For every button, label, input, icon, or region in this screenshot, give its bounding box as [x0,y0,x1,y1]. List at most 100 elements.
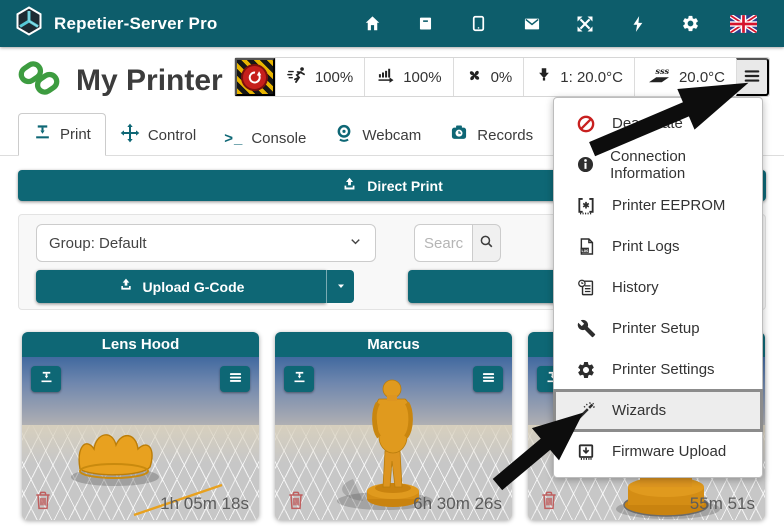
log-file-icon: LOG [575,237,597,256]
tab-records[interactable]: Records [435,114,547,156]
caret-down-icon [335,279,347,295]
print-tab-icon [33,123,52,146]
brand[interactable]: Repetier-Server Pro [14,6,217,41]
print-job-button[interactable] [284,366,314,392]
delete-job-button[interactable] [538,489,560,513]
speed-value: 100% [315,69,353,86]
console-icon: >_ [224,130,243,147]
status-extruder[interactable]: 1: 20.0°C [523,58,634,96]
wrench-icon [575,319,597,338]
trash-icon [539,499,559,514]
printer-icon [292,370,307,388]
search-group [414,224,501,262]
tab-print[interactable]: Print [18,113,106,156]
log-label: LOG [581,248,589,253]
search-input[interactable] [414,224,472,262]
delete-job-button[interactable] [32,489,54,513]
fan-icon [465,66,484,89]
upload-gcode-label: Upload G-Code [143,279,245,295]
brand-title: Repetier-Server Pro [54,14,217,34]
gear-icon [575,360,597,380]
menu-item-history[interactable]: History [554,267,762,308]
trash-icon [33,499,53,514]
direct-print-label: Direct Print [367,178,442,194]
group-select[interactable]: Group: Default [36,224,376,262]
printer-queue-icon[interactable] [399,0,452,47]
heated-bed-icon: sss [646,65,672,89]
model-preview: 1h 05m 18s [22,357,259,520]
status-fan[interactable]: 0% [453,58,524,96]
control-move-icon [120,123,140,147]
top-navbar: Repetier-Server Pro [0,0,784,47]
tab-print-label: Print [60,126,91,143]
job-duration: 1h 05m 18s [160,494,249,514]
history-icon [575,278,597,297]
menu-item-label: Firmware Upload [612,443,726,460]
heat-waves-glyph: sss [655,66,669,76]
language-flag-uk-icon[interactable] [717,0,770,47]
hamburger-icon [481,370,496,388]
tab-control[interactable]: Control [106,114,210,156]
flow-icon [376,65,396,89]
job-duration: 55m 51s [690,494,755,514]
mail-icon[interactable] [505,0,558,47]
upload-icon [341,176,358,196]
model-preview: 6h 30m 26s [275,357,512,520]
status-flow[interactable]: 100% [364,58,452,96]
extruder-icon [535,66,553,88]
emergency-stop-button[interactable] [235,58,275,96]
upload-gcode-dropdown-button[interactable] [326,270,354,303]
status-speed[interactable]: 100% [275,58,364,96]
emergency-stop-icon [241,64,268,91]
delete-job-button[interactable] [285,489,307,513]
hamburger-icon [228,370,243,388]
speed-runner-icon [287,65,308,90]
eeprom-chip-icon [575,196,597,216]
flow-value: 100% [403,69,441,86]
print-job-button[interactable] [31,366,61,392]
display-icon[interactable] [452,0,505,47]
search-button[interactable] [472,224,501,262]
card-title: Marcus [275,332,512,357]
tab-control-label: Control [148,127,196,144]
upload-icon [118,277,134,296]
menu-item-label: Wizards [612,402,666,419]
gcode-card-marcus[interactable]: Marcus [275,332,512,520]
printer-icon [39,370,54,388]
menu-item-printer-setup[interactable]: Printer Setup [554,308,762,349]
gear-icon[interactable] [664,0,717,47]
trash-icon [286,499,306,514]
connection-link-icon [16,55,62,106]
menu-item-print-logs[interactable]: LOG Print Logs [554,226,762,267]
menu-item-label: Printer Settings [612,361,715,378]
webcam-icon [334,123,354,147]
menu-item-label: Print Logs [612,238,680,255]
tab-webcam-label: Webcam [362,127,421,144]
extruder-value: 1: 20.0°C [560,69,623,86]
repetier-logo-icon [14,6,44,41]
page-title: My Printer [76,64,223,98]
tab-webcam[interactable]: Webcam [320,114,435,156]
tab-console[interactable]: >_ Console [210,121,320,156]
navbar-icons [346,0,770,47]
home-icon[interactable] [346,0,399,47]
group-select-value: Group: Default [49,235,147,252]
card-title: Lens Hood [22,332,259,357]
upload-gcode-button[interactable]: Upload G-Code [36,270,326,303]
job-menu-button[interactable] [473,366,503,392]
tab-records-label: Records [477,127,533,144]
menu-item-printer-settings[interactable]: Printer Settings [554,349,762,390]
chevron-down-icon [348,234,363,253]
records-icon [449,123,469,147]
job-menu-button[interactable] [220,366,250,392]
job-duration: 6h 30m 26s [413,494,502,514]
expand-arrows-icon[interactable] [558,0,611,47]
bolt-icon[interactable] [611,0,664,47]
repetier-server-window: Repetier-Server Pro [0,0,784,529]
fan-value: 0% [491,69,513,86]
menu-item-label: History [612,279,659,296]
gcode-card-lens-hood[interactable]: Lens Hood [22,332,259,520]
search-icon [478,233,495,253]
info-icon [575,155,595,174]
menu-item-printer-eeprom[interactable]: Printer EEPROM [554,185,762,226]
